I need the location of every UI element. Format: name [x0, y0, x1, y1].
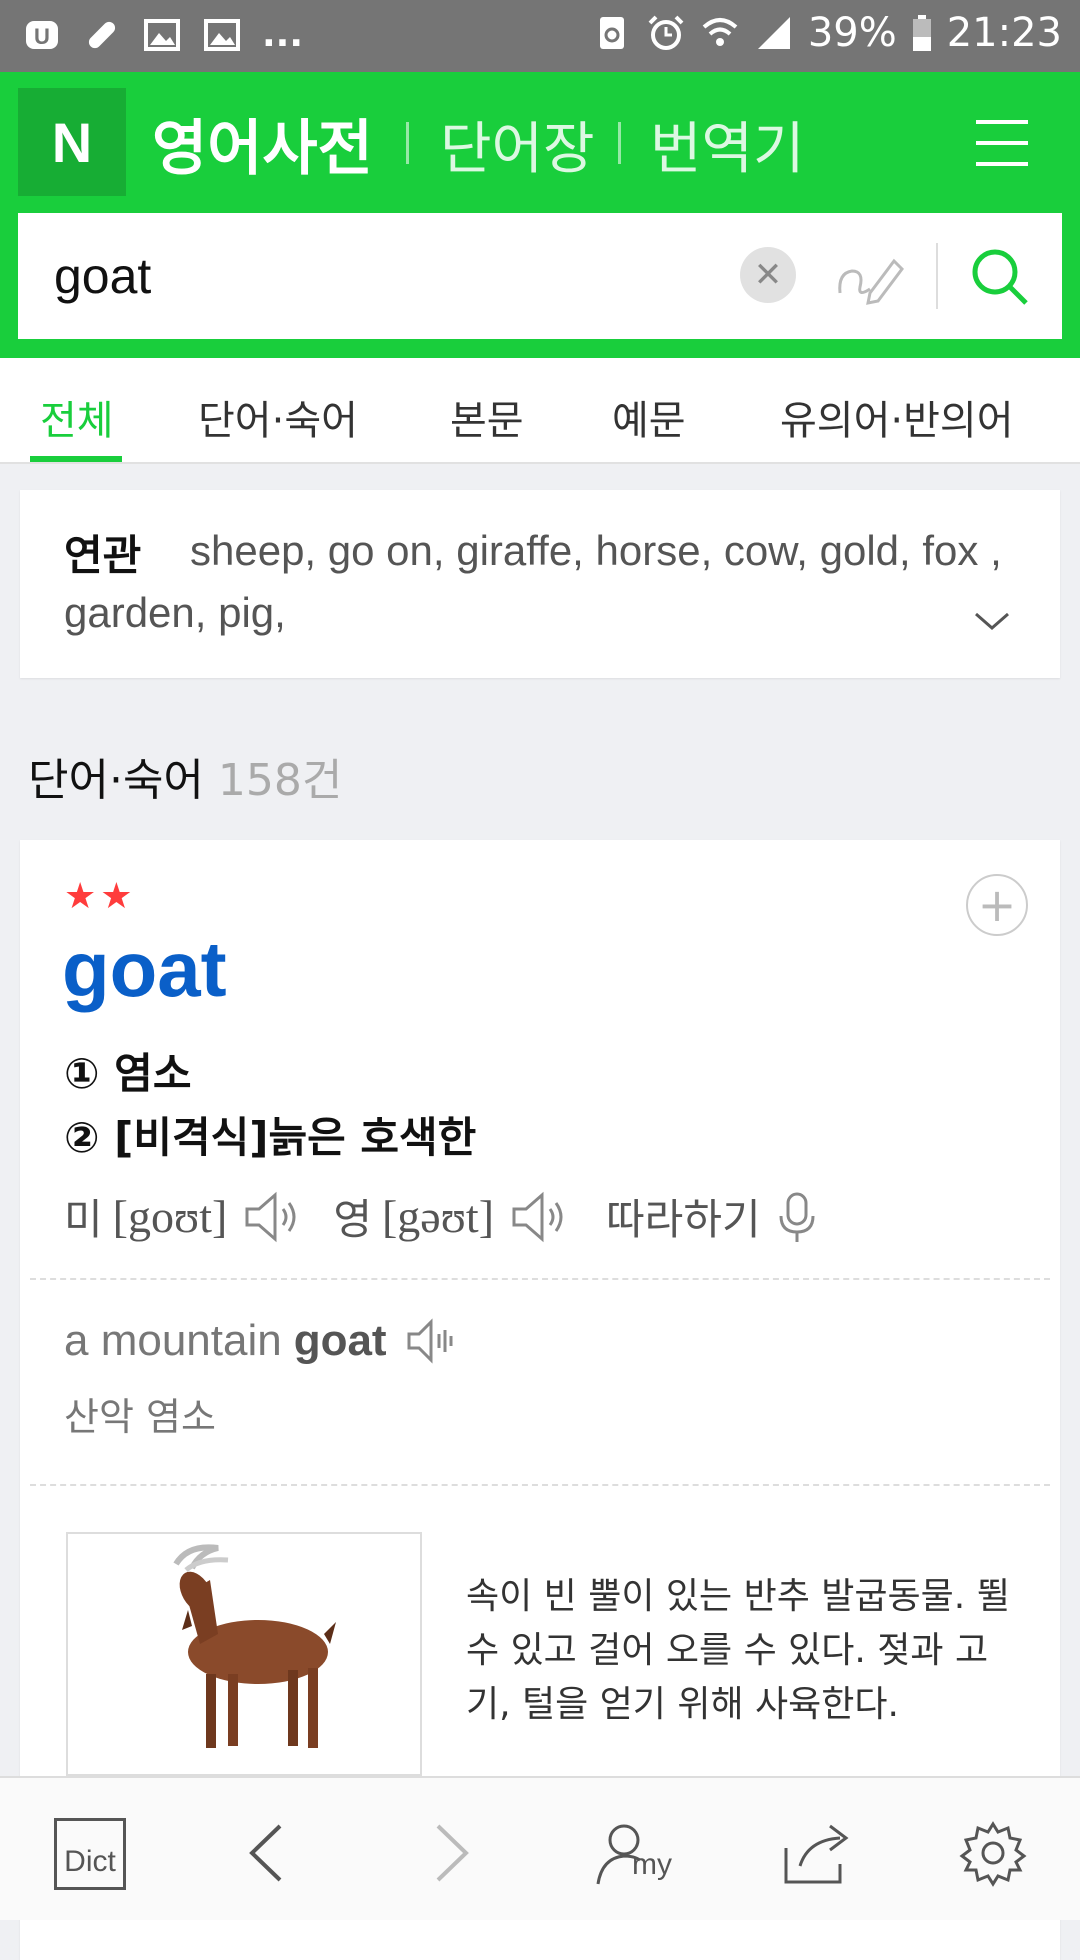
example-text: a mountain [64, 1316, 282, 1365]
settings-icon[interactable] [958, 1818, 1028, 1888]
app-header: N 영어사전 단어장 번역기 goat ✕ [0, 72, 1080, 358]
pill-icon [88, 21, 116, 48]
wifi-icon [702, 18, 738, 46]
search-bar: goat ✕ [18, 213, 1062, 339]
related-label: 연관 [64, 531, 142, 580]
meaning-2: ② [비격식]늙은 호색한 [64, 1113, 477, 1162]
result-tabs: 전체 단어·숙어 본문 예문 유의어·반의어 [0, 358, 1080, 464]
headword[interactable]: goat [62, 924, 227, 1015]
signal-icon [757, 17, 790, 49]
status-bar: U ... 39% 21:23 [0, 0, 1080, 72]
my-page-button[interactable]: my [594, 1818, 674, 1888]
goat-image[interactable] [66, 1532, 422, 1776]
speaker-icon[interactable] [510, 1191, 570, 1243]
naver-logo[interactable]: N [18, 88, 126, 196]
speaker-icon[interactable] [405, 1318, 455, 1364]
follow-along-label[interactable]: 따라하기 [606, 1186, 761, 1247]
handwriting-icon[interactable] [834, 243, 906, 309]
us-phonetic: [goʊt] [112, 1191, 228, 1242]
example-keyword: goat [293, 1316, 387, 1365]
battery-icon [912, 15, 931, 51]
app-notification-icon: U [26, 20, 58, 49]
svg-text:U: U [34, 24, 50, 49]
related-words-list[interactable]: sheep, go on, giraffe, horse, cow, gold,… [64, 520, 1024, 644]
tab-all[interactable]: 전체 [40, 388, 114, 446]
goat-illustration-icon [173, 1544, 336, 1748]
search-icon[interactable] [968, 245, 1032, 309]
my-label: my [632, 1848, 672, 1881]
battery-percent: 39% [807, 10, 897, 56]
divider [30, 1278, 1050, 1280]
tab-examples[interactable]: 예문 [612, 388, 686, 446]
speaker-icon[interactable] [243, 1191, 303, 1243]
meaning-1: ① 염소 [64, 1049, 192, 1098]
wordbook-link[interactable]: 단어장 [440, 104, 595, 185]
tab-words-idioms[interactable]: 단어·숙어 [198, 388, 358, 446]
chevron-down-icon[interactable] [972, 608, 1012, 634]
divider [406, 122, 409, 164]
section-label: 단어·숙어 [28, 755, 204, 806]
tab-synonyms-antonyms[interactable]: 유의어·반의어 [780, 388, 1014, 446]
share-icon[interactable] [778, 1818, 858, 1888]
result-count: 158건 [217, 755, 343, 806]
alarm-icon [648, 15, 684, 50]
back-icon[interactable] [234, 1818, 304, 1888]
uk-phonetic: [gəʊt] [381, 1191, 495, 1242]
clock: 21:23 [946, 10, 1062, 56]
uk-label: 영 [333, 1195, 372, 1244]
search-input[interactable]: goat [54, 247, 151, 305]
more-notifications: ... [262, 14, 304, 55]
image-icon [144, 18, 180, 51]
dict-button[interactable]: Dict [54, 1818, 126, 1890]
related-words-card: sheep, go on, giraffe, horse, cow, gold,… [20, 490, 1060, 678]
divider [936, 243, 938, 309]
translator-link[interactable]: 번역기 [650, 104, 805, 185]
image-description: 속이 빈 뿔이 있는 반추 발굽동물. 뛸 수 있고 걸어 오를 수 있다. 젖… [466, 1576, 1010, 1725]
divider [618, 122, 621, 164]
pronunciation-row: 미 [goʊt] 영 [gəʊt] 따라하기 [64, 1186, 817, 1247]
clear-icon[interactable]: ✕ [740, 247, 796, 303]
image-icon [204, 18, 240, 51]
example-translation: 산악 염소 [64, 1395, 216, 1439]
bottom-toolbar: Dict my [0, 1776, 1080, 1920]
importance-stars: ★★ [64, 876, 137, 917]
recycle-icon [599, 17, 624, 49]
dictionary-title[interactable]: 영어사전 [152, 100, 373, 187]
active-tab-indicator [30, 456, 122, 462]
example-sentence[interactable]: a mountain goat [64, 1316, 455, 1366]
tab-text[interactable]: 본문 [450, 388, 524, 446]
section-title: 단어·숙어 158건 [28, 744, 342, 808]
add-to-wordbook-button[interactable]: + [966, 874, 1028, 936]
us-label: 미 [64, 1195, 103, 1244]
menu-icon[interactable] [976, 120, 1028, 170]
forward-icon[interactable] [414, 1818, 484, 1888]
divider [30, 1484, 1050, 1486]
microphone-icon[interactable] [777, 1190, 817, 1244]
